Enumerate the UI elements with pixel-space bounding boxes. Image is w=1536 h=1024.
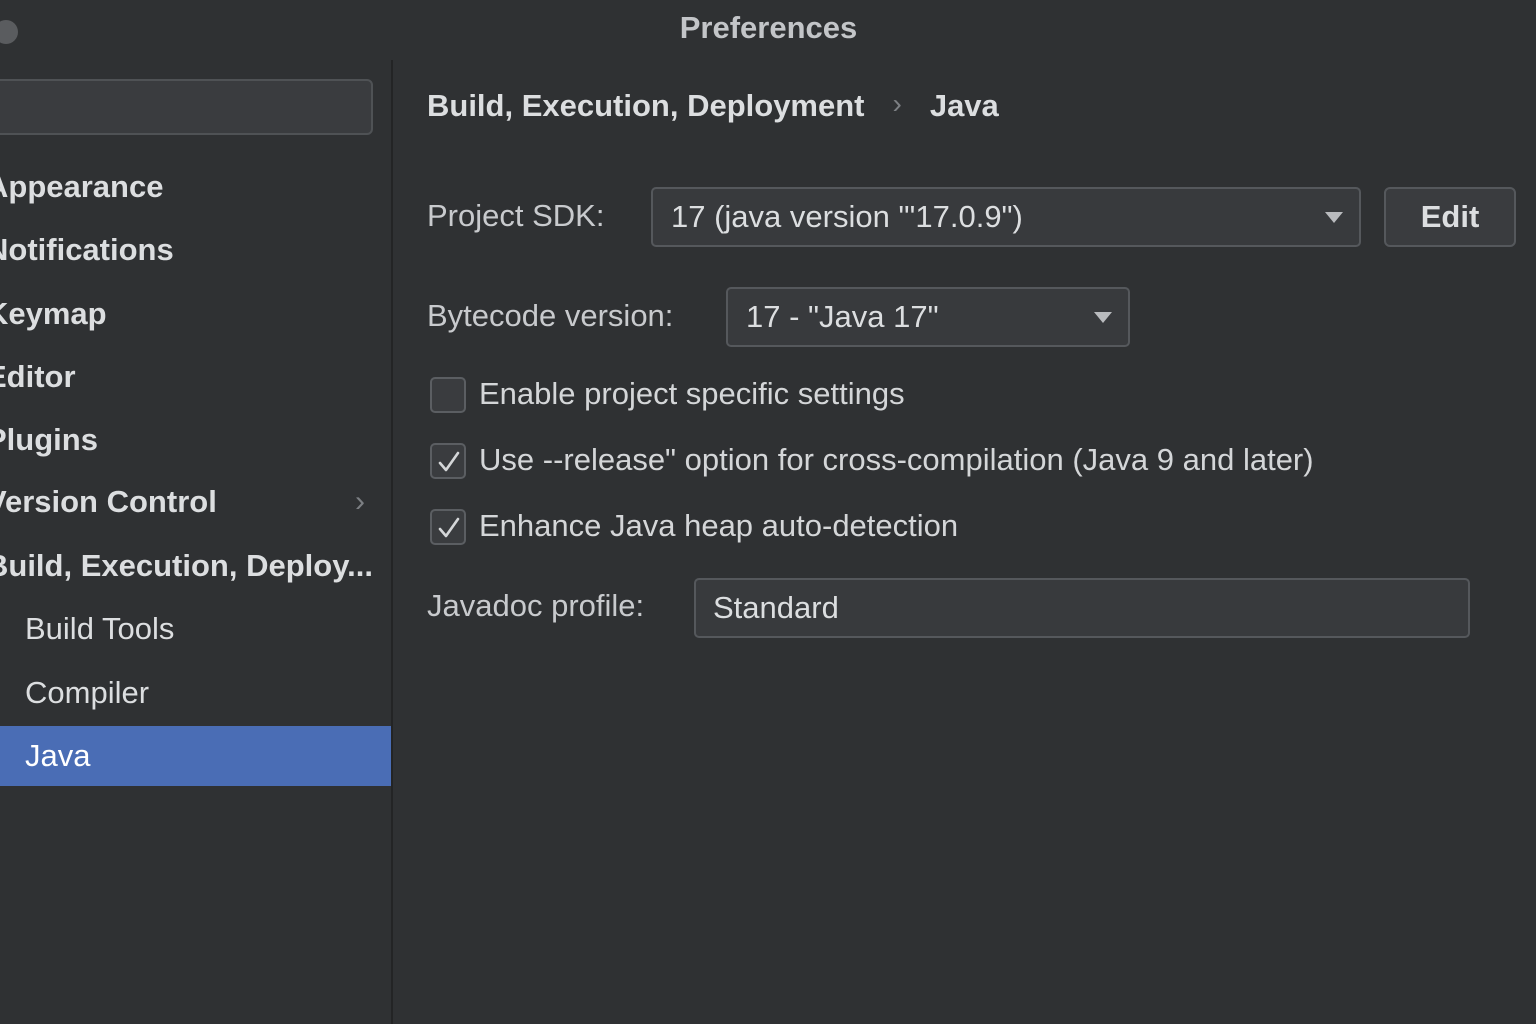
sidebar-item-compiler[interactable]: Compiler (0, 663, 391, 723)
sidebar-item-version-control[interactable]: Version Control › (0, 472, 391, 532)
sidebar-item-label: Java (25, 738, 91, 773)
sidebar-item-keymap[interactable]: Keymap (0, 284, 391, 344)
settings-search-input[interactable] (0, 79, 373, 135)
project-sdk-dropdown[interactable]: 17 (java version "'17.0.9") (651, 187, 1361, 247)
sidebar-item-label: Keymap (0, 296, 107, 331)
sidebar-item-label: Appearance (0, 169, 164, 204)
breadcrumb-parent[interactable]: Build, Execution, Deployment (427, 88, 865, 123)
sidebar-item-editor[interactable]: Editor (0, 347, 391, 407)
checkmark-icon (438, 517, 460, 538)
bytecode-version-value: 17 - "Java 17" (746, 299, 939, 334)
javadoc-profile-label: Javadoc profile: (427, 588, 645, 623)
dropdown-arrow-icon (1094, 312, 1112, 323)
breadcrumb-current: Java (929, 88, 999, 123)
sidebar-item-plugins[interactable]: Plugins (0, 410, 391, 470)
checkmark-icon (438, 451, 460, 472)
sidebar-item-label: Compiler (25, 675, 150, 710)
settings-sidebar: Appearance Notifications Keymap Editor P… (0, 60, 393, 1024)
sidebar-item-notifications[interactable]: Notifications (0, 220, 391, 280)
sidebar-item-label: Build, Execution, Deploy... (0, 548, 373, 583)
sidebar-item-appearance[interactable]: Appearance (0, 157, 391, 217)
window-title: Preferences (679, 10, 858, 45)
breadcrumb: Build, Execution, Deployment › Java (427, 88, 999, 124)
chevron-right-icon[interactable]: › (355, 472, 365, 532)
checkbox-label: Enhance Java heap auto-detection (479, 508, 959, 543)
sidebar-item-label: Plugins (0, 422, 98, 457)
preferences-window: Preferences Appearance Notifications Key… (0, 0, 1536, 1024)
sidebar-item-build-execution-deployment[interactable]: Build, Execution, Deploy... (0, 536, 391, 596)
javadoc-profile-field[interactable]: Standard (694, 578, 1470, 638)
settings-content-panel: Build, Execution, Deployment › Java Projec… (393, 60, 1536, 1024)
enable-project-specific-settings-checkbox[interactable] (430, 377, 466, 413)
sidebar-item-label: Build Tools (25, 611, 175, 646)
sidebar-item-build-tools[interactable]: Build Tools (0, 599, 391, 659)
checkbox-label: Use --release" option for cross-compilat… (479, 442, 1314, 477)
checkbox-label: Enable project specific settings (479, 376, 905, 411)
sidebar-item-java[interactable]: Java (0, 726, 391, 786)
enhance-heap-detection-checkbox[interactable] (430, 509, 466, 545)
project-sdk-value: 17 (java version "'17.0.9") (671, 199, 1023, 234)
edit-sdk-button[interactable]: Edit (1384, 187, 1516, 247)
use-release-option-checkbox[interactable] (430, 443, 466, 479)
sidebar-item-label: Version Control (0, 484, 217, 519)
sidebar-item-label: Editor (0, 359, 76, 394)
breadcrumb-separator-icon: › (892, 88, 902, 119)
sidebar-item-label: Notifications (0, 232, 174, 267)
dropdown-arrow-icon (1325, 212, 1343, 223)
project-sdk-label: Project SDK: (427, 198, 605, 233)
title-bar: Preferences (0, 0, 1536, 60)
bytecode-version-dropdown[interactable]: 17 - "Java 17" (726, 287, 1130, 347)
bytecode-version-label: Bytecode version: (427, 298, 674, 333)
